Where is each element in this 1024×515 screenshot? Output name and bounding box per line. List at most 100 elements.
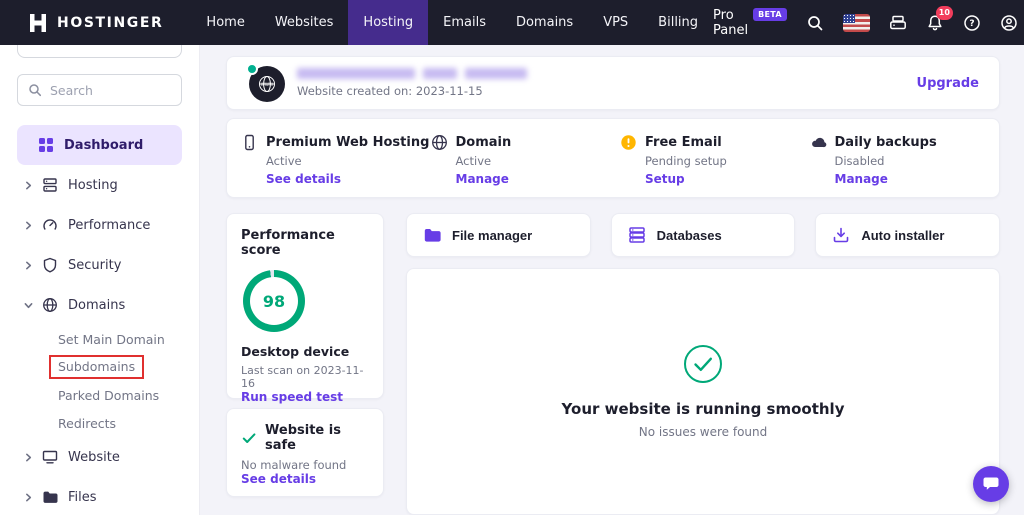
sidebar-search [17, 74, 182, 106]
sidebar-item-performance[interactable]: Performance [0, 205, 199, 245]
brand-name: HOSTINGER [57, 15, 163, 31]
website-status-card: Your website is running smoothly No issu… [406, 268, 1000, 515]
sidebar-item-domains[interactable]: Domains [0, 285, 199, 325]
sidebar-item-files[interactable]: Files [0, 477, 199, 515]
service-title: Daily backups [835, 135, 937, 150]
performance-score-donut: 98 [243, 270, 305, 332]
action-label: Auto installer [861, 228, 944, 243]
manage-link[interactable]: Manage [835, 172, 888, 186]
subitem-label: Set Main Domain [58, 332, 165, 347]
pro-panel-link[interactable]: Pro Panel BETA [713, 8, 787, 38]
language-flag-icon[interactable] [843, 14, 870, 32]
monitor-icon [42, 449, 58, 465]
warning-icon [620, 134, 637, 151]
sidebar-item-security[interactable]: Security [0, 245, 199, 285]
upgrade-link[interactable]: Upgrade [917, 76, 979, 91]
hostinger-logo[interactable]: HOSTINGER [0, 0, 191, 45]
dashboard-body: Performance score 98 Desktop device Last… [226, 213, 1000, 515]
performance-last-scan: Last scan on 2023-11-16 [241, 364, 369, 390]
nav-emails[interactable]: Emails [428, 0, 501, 45]
profile-avatar-icon[interactable] [1000, 14, 1018, 32]
chevron-right-icon [24, 181, 33, 190]
service-title: Premium Web Hosting [266, 135, 429, 150]
hostinger-hpanel: HOSTINGER Home Websites Hosting Emails D… [0, 0, 1024, 515]
performance-score-value: 98 [263, 292, 285, 311]
chevron-down-icon [24, 301, 33, 310]
help-icon[interactable]: ? [963, 14, 981, 32]
sidebar-item-hosting[interactable]: Hosting [0, 165, 199, 205]
see-details-link[interactable]: See details [241, 472, 369, 486]
chat-bubble-icon [981, 474, 1001, 494]
subitem-label: Redirects [58, 416, 116, 431]
safety-title: Website is safe [265, 423, 369, 453]
nav-billing[interactable]: Billing [643, 0, 713, 45]
globe-icon [42, 297, 58, 313]
sidebar: Dashboard Hosting [0, 45, 200, 515]
service-domain: Domain Active Manage [431, 134, 621, 197]
cloud-icon [810, 134, 827, 151]
manage-link[interactable]: Manage [456, 172, 509, 186]
live-chat-button[interactable] [973, 466, 1009, 502]
service-status: Disabled [835, 154, 1000, 168]
svg-text:WWW: WWW [261, 82, 273, 87]
website-selector-partial[interactable] [17, 45, 182, 58]
website-avatar: WWW [247, 64, 285, 102]
chevron-right-icon [24, 221, 33, 230]
top-bar: HOSTINGER Home Websites Hosting Emails D… [0, 0, 1024, 45]
sidebar-subitem-redirects[interactable]: Redirects [0, 409, 199, 437]
website-status-title: Your website is running smoothly [562, 400, 845, 418]
dashboard-grid-icon [38, 137, 54, 153]
performance-title: Performance score [241, 228, 369, 258]
subitem-label: Parked Domains [58, 388, 159, 403]
nav-hosting[interactable]: Hosting [348, 0, 428, 45]
safety-subtitle: No malware found [241, 458, 369, 472]
nav-domains[interactable]: Domains [501, 0, 588, 45]
notification-count-badge: 10 [936, 6, 953, 20]
website-safety-card: Website is safe No malware found See det… [226, 408, 384, 497]
check-icon [241, 430, 257, 446]
services-overview-card: Premium Web Hosting Active See details D… [226, 118, 1000, 198]
nav-vps[interactable]: VPS [588, 0, 643, 45]
left-column: Performance score 98 Desktop device Last… [226, 213, 384, 515]
site-meta: Website created on: 2023-11-15 [297, 68, 527, 98]
chevron-right-icon [24, 453, 33, 462]
beta-badge: BETA [753, 8, 787, 21]
sidebar-item-dashboard[interactable]: Dashboard [17, 125, 182, 165]
subitem-label: Subdomains [58, 359, 135, 374]
file-manager-button[interactable]: File manager [406, 213, 591, 257]
app-shell: Dashboard Hosting [0, 45, 1024, 515]
run-speed-test-link[interactable]: Run speed test [241, 390, 369, 404]
nav-home[interactable]: Home [191, 0, 259, 45]
mobile-icon [241, 134, 258, 151]
auto-installer-button[interactable]: Auto installer [815, 213, 1000, 257]
check-circle-icon [683, 344, 723, 384]
service-status: Active [456, 154, 621, 168]
gauge-icon [42, 217, 58, 233]
sidebar-item-website[interactable]: Website [0, 437, 199, 477]
setup-link[interactable]: Setup [645, 172, 685, 186]
sidebar-item-label: Dashboard [64, 138, 143, 153]
chevron-right-icon [24, 261, 33, 270]
sidebar-item-label: Files [68, 490, 97, 505]
topbar-actions: Pro Panel BETA 10 ? [713, 0, 1024, 45]
sidebar-item-label: Domains [68, 298, 125, 313]
see-details-link[interactable]: See details [266, 172, 341, 186]
shield-icon [42, 257, 58, 273]
databases-button[interactable]: Databases [611, 213, 796, 257]
sidebar-subitem-parked-domains[interactable]: Parked Domains [0, 381, 199, 409]
top-navigation: Home Websites Hosting Emails Domains VPS… [191, 0, 713, 45]
sidebar-subitem-set-main-domain[interactable]: Set Main Domain [0, 325, 199, 353]
service-premium-hosting: Premium Web Hosting Active See details [241, 134, 431, 197]
nav-websites[interactable]: Websites [260, 0, 349, 45]
website-active-status-dot [246, 63, 258, 75]
svg-text:?: ? [969, 19, 974, 29]
notifications-bell[interactable]: 10 [926, 14, 944, 32]
annotation-highlight-box: Subdomains [49, 355, 144, 379]
printer-icon[interactable] [889, 14, 907, 32]
performance-device: Desktop device [241, 344, 369, 359]
sidebar-item-label: Website [68, 450, 120, 465]
sidebar-subitem-subdomains[interactable]: Subdomains [0, 353, 199, 381]
search-icon[interactable] [806, 14, 824, 32]
action-label: Databases [657, 228, 722, 243]
search-input[interactable] [50, 83, 171, 98]
